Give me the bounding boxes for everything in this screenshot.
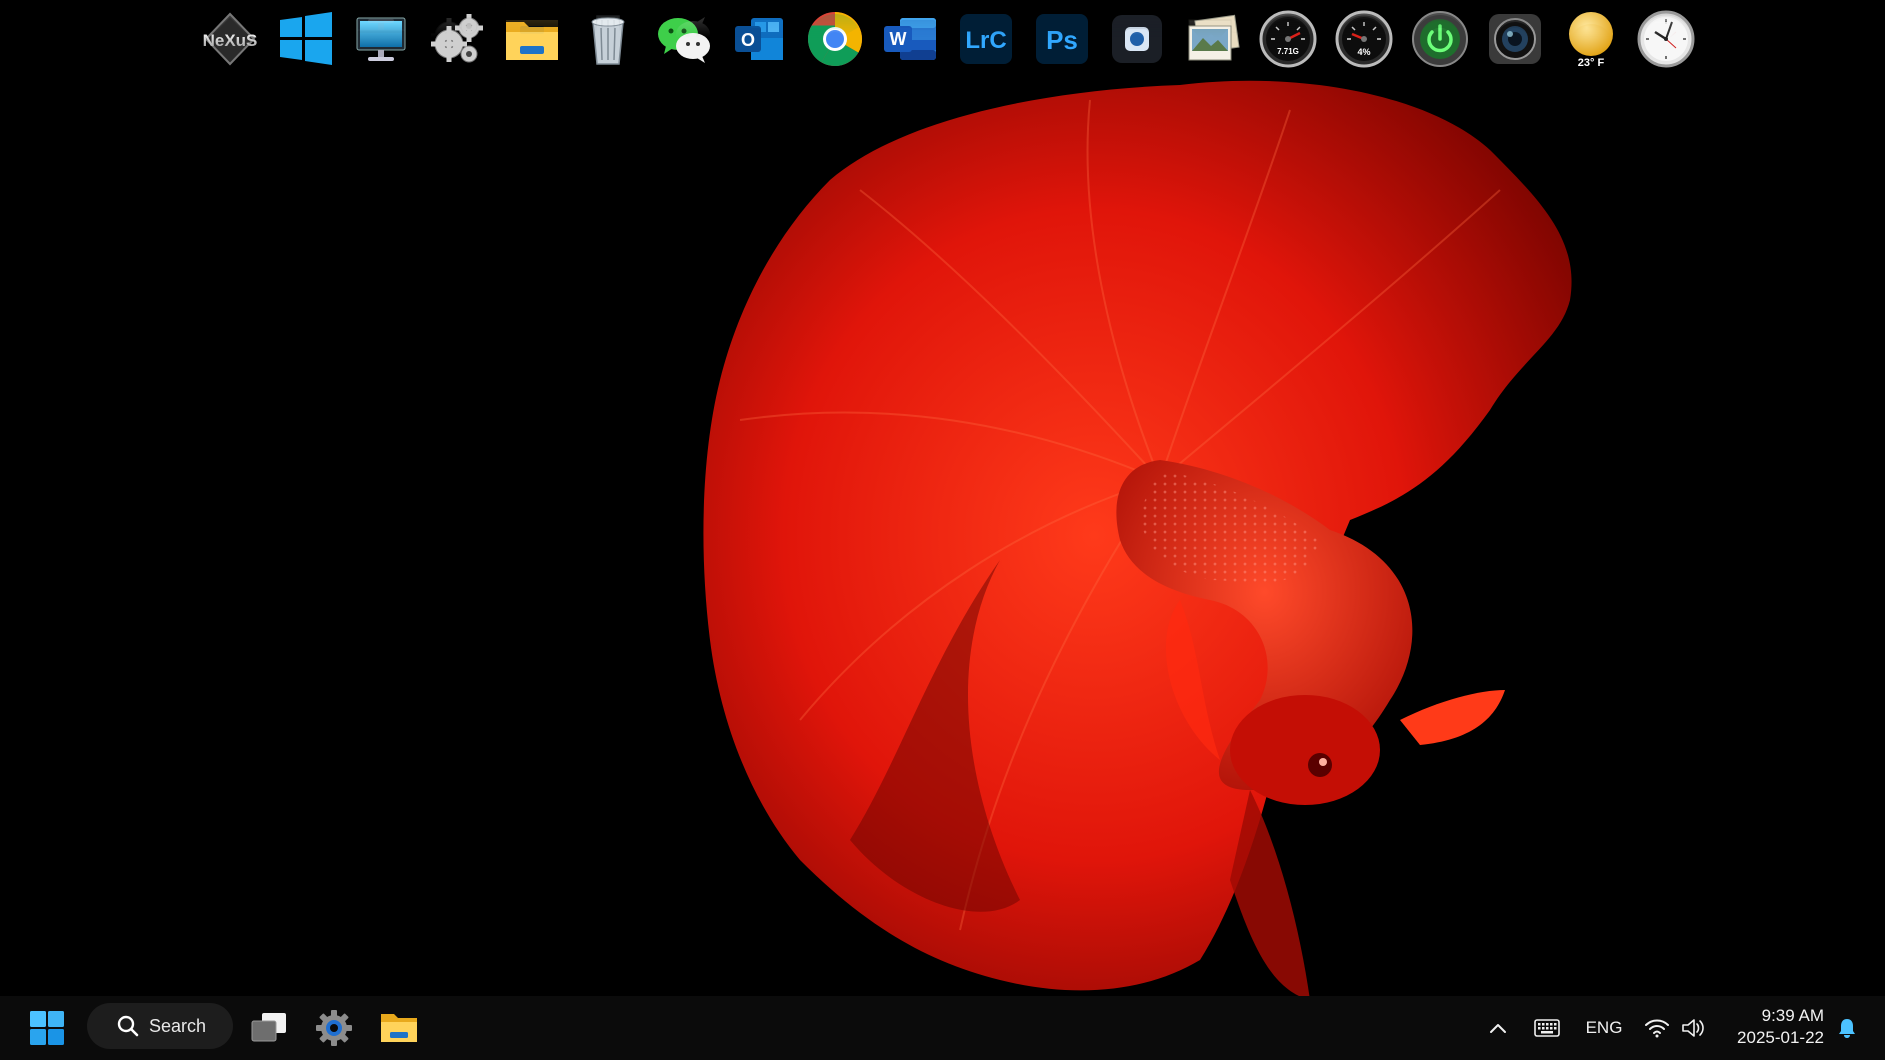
input-language-indicator[interactable]: ENG (1580, 1010, 1628, 1046)
dock-item-wechat[interactable] (654, 8, 714, 104)
clock-reflection-graphic (1637, 12, 1695, 70)
weather-reflection (1561, 10, 1621, 72)
cpugauge-reflection (1334, 10, 1394, 72)
wechat-reflection (654, 10, 714, 72)
dock-item-camera[interactable] (1485, 8, 1545, 104)
search-icon (117, 1015, 139, 1037)
power-reflection (1410, 10, 1470, 72)
ps-reflection-graphic (1035, 16, 1088, 66)
camera-reflection-graphic (1489, 16, 1542, 66)
lrc-reflection-graphic (959, 16, 1012, 66)
gears-reflection (427, 10, 487, 72)
camera-reflection (1485, 10, 1545, 72)
touch-keyboard-button[interactable] (1528, 1010, 1566, 1046)
file-explorer-button[interactable] (376, 1005, 422, 1051)
chrome-reflection (805, 10, 865, 72)
photos-reflection-graphic (1188, 19, 1240, 66)
dock-item-clock[interactable] (1636, 8, 1696, 104)
taskbar-search-box[interactable]: Search (87, 1003, 233, 1049)
dock-item-memgauge[interactable]: 7.71G (1258, 8, 1318, 104)
dock-item-capture[interactable] (1107, 8, 1167, 104)
computer-reflection (351, 10, 411, 72)
nexus-reflection-graphic (204, 14, 256, 68)
dock-item-chrome[interactable] (805, 8, 865, 104)
dock-item-windows[interactable] (276, 8, 336, 104)
folder-reflection-graphic (506, 20, 559, 58)
memgauge-reflection-graphic (1259, 12, 1317, 70)
gears-reflection-graphic (430, 17, 483, 66)
word-reflection-graphic (884, 20, 937, 62)
dock-item-ps[interactable]: Ps (1032, 8, 1092, 104)
cpugauge-reflection-graphic (1335, 12, 1393, 70)
search-label: Search (149, 1015, 207, 1036)
capture-reflection (1107, 10, 1167, 72)
clock-date: 2025-01-22 (1737, 1028, 1824, 1047)
folder-reflection (502, 10, 562, 72)
capture-reflection-graphic (1112, 17, 1163, 65)
clock-time: 9:39 AM (1761, 1006, 1824, 1025)
clock-reflection (1636, 10, 1696, 72)
start-button[interactable] (26, 1007, 68, 1049)
keyboard-icon (1534, 1019, 1560, 1037)
task-view-icon (251, 1013, 286, 1042)
power-reflection-graphic (1411, 13, 1468, 69)
weather-reflection-graphic (1568, 24, 1613, 68)
dock-item-lrc[interactable]: LrC (956, 8, 1016, 104)
bell-icon (1839, 1019, 1855, 1038)
dock-item-nexus[interactable]: NeXuS (200, 8, 260, 104)
windows-reflection (276, 10, 336, 72)
ps-reflection (1032, 10, 1092, 72)
chevron-up-icon (1490, 1024, 1506, 1033)
photos-reflection (1183, 10, 1243, 72)
dock-item-computer[interactable] (351, 8, 411, 104)
dock-item-outlook[interactable]: O (729, 8, 789, 104)
clock-date-button[interactable]: 9:39 AM 2025-01-22 (1724, 1002, 1824, 1052)
nexus-reflection (200, 10, 260, 72)
dock-item-photos[interactable] (1183, 8, 1243, 104)
speaker-icon (1682, 1019, 1704, 1037)
recycle-reflection-graphic (591, 15, 625, 63)
network-button[interactable] (1640, 1010, 1674, 1046)
recycle-reflection (578, 10, 638, 72)
dock-item-recycle[interactable] (578, 8, 638, 104)
dock-item-power[interactable] (1410, 8, 1470, 104)
dock-item-cpugauge[interactable]: 4% (1334, 8, 1394, 104)
wifi-icon (1645, 1019, 1669, 1038)
gear-icon (316, 1010, 352, 1046)
word-reflection (880, 10, 940, 72)
settings-button[interactable] (311, 1005, 357, 1051)
memgauge-reflection (1258, 10, 1318, 72)
desktop-wallpaper (0, 0, 1885, 1060)
dock-item-folder[interactable] (502, 8, 562, 104)
lrc-reflection (956, 10, 1016, 72)
notifications-button[interactable] (1832, 1010, 1862, 1046)
wechat-reflection-graphic (657, 17, 710, 62)
windows-start-icon (30, 1011, 64, 1045)
folder-icon (381, 1014, 417, 1042)
desktop-dock: NeXuS OW LrC Ps 7.71G 4% 23° F (200, 8, 1696, 104)
outlook-reflection (729, 10, 789, 72)
show-hidden-icons-button[interactable] (1480, 1010, 1516, 1046)
outlook-reflection-graphic (735, 20, 784, 62)
task-view-button[interactable] (246, 1005, 292, 1051)
dock-item-word[interactable]: W (880, 8, 940, 104)
taskbar: Search ENG 9:39 AM 2025-01-22 (0, 996, 1885, 1060)
chrome-reflection-graphic (807, 13, 862, 68)
dock-item-weather[interactable]: 23° F (1561, 8, 1621, 104)
dock-item-gears[interactable] (427, 8, 487, 104)
computer-reflection-graphic (356, 19, 406, 63)
windows-reflection-graphic (279, 15, 332, 68)
volume-button[interactable] (1676, 1010, 1712, 1046)
